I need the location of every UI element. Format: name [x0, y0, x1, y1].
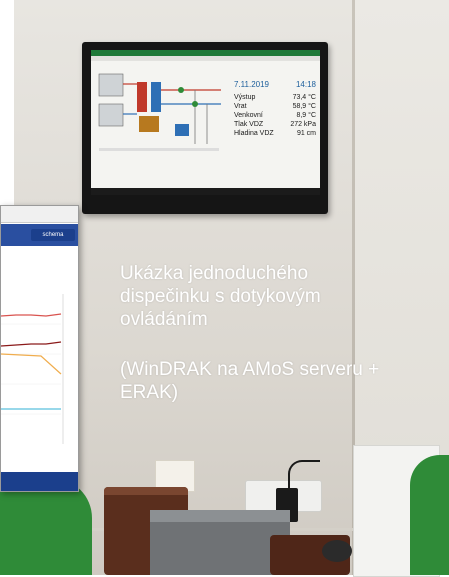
- reading-value: 73,4 °C: [292, 94, 316, 101]
- inset-footer-bar: [1, 472, 78, 491]
- reading-row: Tlak VDZ 272 kPa: [234, 120, 316, 129]
- inset-trend-chart: [1, 294, 78, 444]
- readings-panel: 7.11.2019 14:18 Výstup 73,4 °C Vrat 58,9…: [234, 80, 316, 138]
- reading-row: Hladina VDZ 91 cm: [234, 129, 316, 138]
- reading-label: Hladina VDZ: [234, 130, 274, 137]
- inset-screenshot: schema: [0, 205, 79, 492]
- reading-label: Venkovní: [234, 112, 263, 119]
- green-decoration-left: [0, 478, 92, 575]
- time-label: 14:18: [295, 80, 316, 89]
- reading-label: Výstup: [234, 94, 256, 101]
- computer-mouse: [322, 540, 352, 562]
- reading-value: 58,9 °C: [292, 103, 316, 110]
- reading-row: Venkovní 8,9 °C: [234, 111, 316, 120]
- caption-line-1: Ukázka jednoduchého dispečinku s dotykov…: [120, 263, 321, 330]
- caption-overlay: Ukázka jednoduchého dispečinku s dotykov…: [120, 262, 400, 431]
- inset-schema-tab[interactable]: schema: [31, 229, 75, 241]
- reading-label: Tlak VDZ: [234, 121, 264, 128]
- date-label: 7.11.2019: [234, 80, 269, 89]
- reading-row: Výstup 73,4 °C: [234, 93, 316, 102]
- amplifier-top: [150, 510, 290, 522]
- heating-schema-diagram[interactable]: [95, 64, 227, 182]
- reading-value: 272 kPa: [290, 121, 316, 128]
- reading-label: Vrat: [234, 103, 247, 110]
- screen-toolbar: [91, 56, 320, 61]
- reading-row: Vrat 58,9 °C: [234, 102, 316, 111]
- inset-browser-bar: [1, 206, 78, 223]
- reading-value: 8,9 °C: [296, 112, 316, 119]
- caption-line-2: (WinDRAK na AMoS serveru + ERAK): [120, 359, 380, 403]
- monitor-screen[interactable]: 7.11.2019 14:18 Výstup 73,4 °C Vrat 58,9…: [91, 50, 320, 195]
- green-decoration-right: [410, 455, 449, 575]
- datetime-row: 7.11.2019 14:18: [234, 80, 316, 89]
- speaker-left-top: [104, 487, 188, 495]
- screen-taskbar[interactable]: [91, 188, 320, 195]
- reading-value: 91 cm: [296, 130, 316, 137]
